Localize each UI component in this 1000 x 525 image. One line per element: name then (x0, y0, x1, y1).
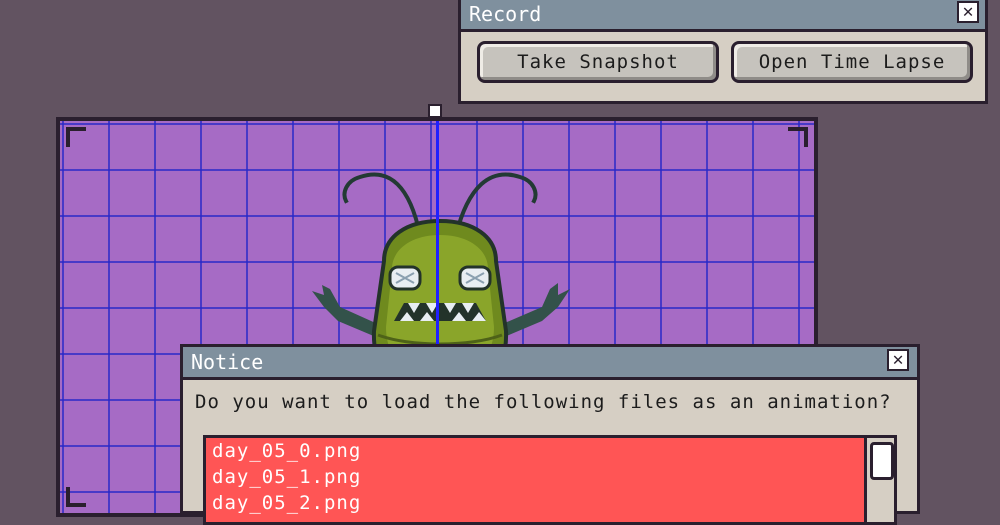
corner-marker-bottom-left (66, 479, 94, 507)
take-snapshot-button[interactable]: Take Snapshot (477, 41, 719, 83)
open-time-lapse-button[interactable]: Open Time Lapse (731, 41, 973, 83)
list-item[interactable]: day_05_0.png (206, 438, 894, 464)
notice-titlebar[interactable]: Notice (183, 347, 917, 380)
file-list[interactable]: day_05_0.png day_05_1.png day_05_2.png (203, 435, 897, 525)
list-item[interactable]: day_05_2.png (206, 490, 894, 516)
notice-title: Notice (191, 350, 264, 374)
record-titlebar[interactable]: Record (461, 0, 985, 32)
record-close-icon[interactable]: ✕ (957, 1, 979, 23)
record-title: Record (469, 2, 542, 26)
scroll-thumb[interactable] (870, 442, 894, 480)
corner-marker-top-right (780, 127, 808, 155)
notice-message: Do you want to load the following files … (195, 391, 892, 413)
notice-dialog: Notice ✕ Do you want to load the followi… (180, 344, 920, 525)
list-item[interactable]: day_05_1.png (206, 464, 894, 490)
record-window: Record ✕ Take Snapshot Open Time Lapse (458, 0, 988, 104)
file-list-scrollbar[interactable] (864, 438, 894, 522)
corner-marker-top-left (66, 127, 94, 155)
notice-close-icon[interactable]: ✕ (887, 349, 909, 371)
symmetry-guide-handle[interactable] (428, 104, 442, 118)
